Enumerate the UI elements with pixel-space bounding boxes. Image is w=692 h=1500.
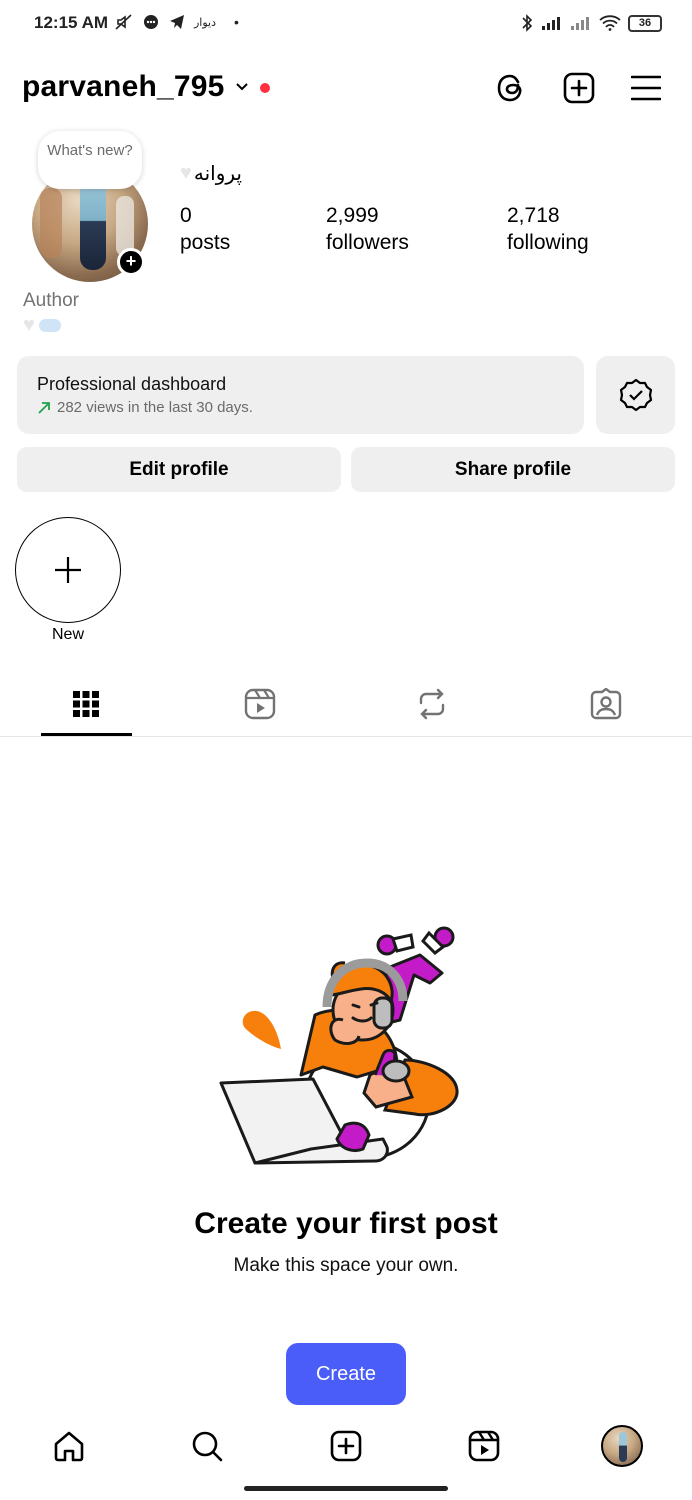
new-highlight-label: New xyxy=(51,626,84,643)
reposts-icon xyxy=(419,688,445,720)
threads-icon xyxy=(497,74,522,102)
dot-icon: • xyxy=(234,14,239,30)
tab-posts-grid[interactable] xyxy=(41,682,131,726)
tab-divider xyxy=(0,736,692,737)
empty-state-subtitle: Make this space your own. xyxy=(233,1255,459,1276)
empty-state-illustration xyxy=(219,926,459,1165)
professional-dashboard[interactable]: Professional dashboard 282 views in the … xyxy=(17,356,584,434)
share-profile-button[interactable]: Share profile xyxy=(351,447,675,492)
bluetooth-icon xyxy=(522,14,533,32)
empty-state-title: Create your first post xyxy=(194,1207,498,1240)
meta-verified-button[interactable] xyxy=(596,356,675,434)
posts-stat[interactable]: 0 posts xyxy=(180,202,230,256)
chat-icon xyxy=(144,15,158,29)
posts-label: posts xyxy=(180,231,231,254)
cloud-icon xyxy=(38,319,61,332)
followers-count: 2,999 xyxy=(326,204,379,227)
plus-icon xyxy=(55,557,81,583)
profile-header: parvaneh_795 xyxy=(22,66,672,114)
posts-count: 0 xyxy=(180,204,192,227)
bottom-navigation xyxy=(0,1412,692,1478)
dashboard-title: Professional dashboard xyxy=(37,374,227,394)
status-bar: 12:15 AM دیوار • 36 xyxy=(0,0,692,46)
create-post-button[interactable] xyxy=(561,70,597,106)
reels-icon xyxy=(244,688,276,720)
signal-icon xyxy=(542,17,560,30)
followers-stat[interactable]: 2,999 followers xyxy=(326,202,409,256)
threads-button[interactable] xyxy=(493,70,529,106)
tab-tagged[interactable] xyxy=(561,682,651,726)
wifi-icon xyxy=(599,15,621,31)
nav-profile[interactable] xyxy=(600,1424,644,1468)
nav-home[interactable] xyxy=(47,1424,91,1468)
white-heart-icon: ♥ xyxy=(23,314,35,336)
note-bubble[interactable]: What's new? xyxy=(38,131,142,189)
profile-avatar xyxy=(601,1425,643,1467)
reels-icon xyxy=(468,1430,500,1462)
app-label: دیوار xyxy=(194,16,217,29)
signal-icon xyxy=(571,17,589,30)
following-label: following xyxy=(507,231,589,254)
tab-reels[interactable] xyxy=(215,682,305,726)
tab-reposts[interactable] xyxy=(387,682,477,726)
edit-profile-button[interactable]: Edit profile xyxy=(17,447,341,492)
nav-reels[interactable] xyxy=(462,1424,506,1468)
display-name: ♥ پروانه xyxy=(180,161,242,186)
dashboard-subtitle: 282 views in the last 30 days. xyxy=(57,399,253,416)
display-name-text: پروانه xyxy=(193,163,242,185)
telegram-icon xyxy=(170,15,184,29)
create-icon xyxy=(330,1430,362,1462)
following-stat[interactable]: 2,718 following xyxy=(507,202,589,256)
battery-icon: 36 xyxy=(628,14,662,32)
add-story-icon[interactable]: + xyxy=(117,248,145,276)
bio-text: ♥ xyxy=(23,314,61,337)
create-button[interactable]: Create xyxy=(286,1343,406,1405)
white-heart-icon: ♥ xyxy=(180,162,192,184)
nav-create[interactable] xyxy=(324,1424,368,1468)
new-highlight-button[interactable] xyxy=(15,517,121,623)
verified-badge-icon xyxy=(619,378,652,412)
nav-search[interactable] xyxy=(185,1424,229,1468)
search-icon xyxy=(192,1431,223,1462)
trend-up-icon xyxy=(38,401,50,414)
mute-icon xyxy=(115,14,132,30)
chevron-down-icon[interactable] xyxy=(234,78,250,94)
profile-category: Author xyxy=(23,290,79,311)
following-count: 2,718 xyxy=(507,204,560,227)
tagged-icon xyxy=(590,688,622,720)
followers-label: followers xyxy=(326,231,409,254)
account-switcher[interactable]: parvaneh_795 xyxy=(22,70,225,104)
menu-icon xyxy=(631,75,661,101)
grid-icon xyxy=(73,691,99,717)
menu-button[interactable] xyxy=(628,70,664,106)
home-indicator[interactable] xyxy=(244,1486,448,1491)
create-icon xyxy=(563,72,595,104)
status-time: 12:15 AM xyxy=(34,13,109,32)
notification-dot xyxy=(260,83,270,93)
home-icon xyxy=(54,1431,84,1462)
